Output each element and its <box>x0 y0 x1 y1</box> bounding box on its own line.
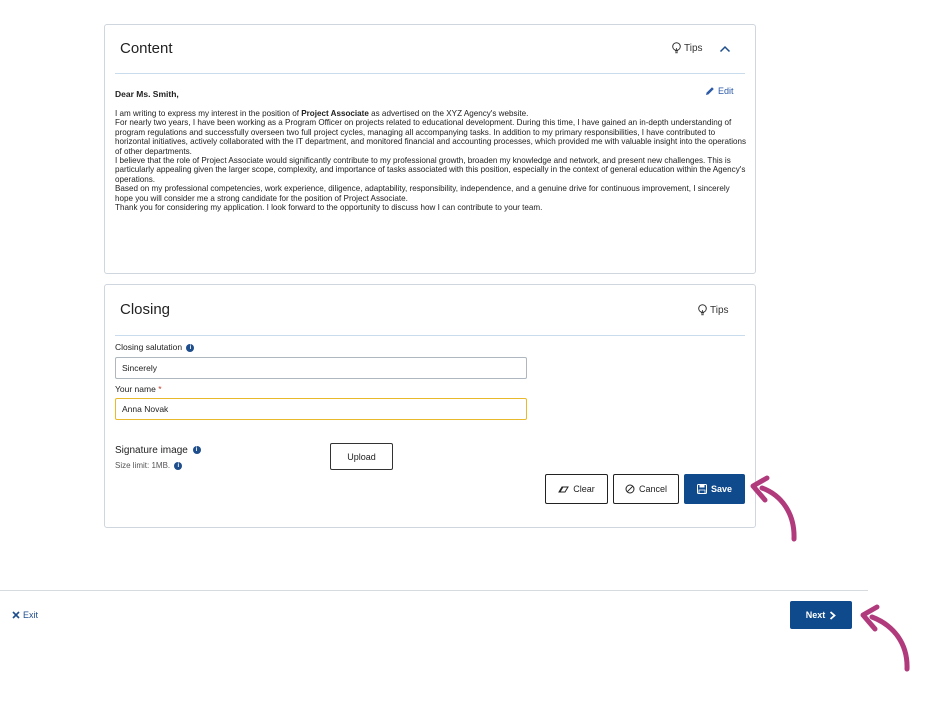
letter-paragraph: I believe that the role of Project Assoc… <box>115 156 746 184</box>
closing-panel: Closing Tips Closing salutation i Your n… <box>104 284 756 528</box>
content-panel-title: Content <box>120 40 173 57</box>
size-limit-text: Size limit: 1MB. <box>115 461 171 470</box>
closing-salutation-input[interactable] <box>115 357 527 379</box>
closing-divider <box>115 335 745 336</box>
closing-panel-title: Closing <box>120 301 171 318</box>
chevron-up-icon[interactable] <box>719 45 731 53</box>
closing-tips-label: Tips <box>710 304 729 316</box>
cancel-icon <box>625 484 635 494</box>
info-icon[interactable]: i <box>192 446 201 455</box>
info-icon[interactable]: i <box>186 343 195 352</box>
letter-salutation: Dear Ms. Smith, <box>115 89 179 99</box>
required-marker: * <box>158 384 162 394</box>
letter-paragraph: Thank you for considering my application… <box>115 203 543 213</box>
pencil-icon <box>706 87 714 95</box>
next-button[interactable]: Next <box>790 601 852 629</box>
clear-button[interactable]: Clear <box>545 474 608 504</box>
lightbulb-icon <box>698 304 707 316</box>
letter-text: I am writing to express my interest in t… <box>115 109 302 118</box>
chevron-right-icon <box>830 610 837 620</box>
save-button[interactable]: Save <box>684 474 745 504</box>
content-panel: Content Tips Dear Ms. Smith, Edit I am w… <box>104 24 756 274</box>
footer-divider <box>0 590 868 591</box>
exit-label: Exit <box>23 610 39 620</box>
cancel-button[interactable]: Cancel <box>613 474 679 504</box>
curved-arrow-icon <box>750 475 797 542</box>
floppy-disk-icon <box>696 484 707 494</box>
lightbulb-icon <box>672 42 681 54</box>
letter-body: I am writing to express my interest in t… <box>115 109 747 212</box>
save-label: Save <box>710 484 733 494</box>
upload-label: Upload <box>347 451 376 462</box>
close-icon <box>12 611 20 619</box>
edit-label: Edit <box>718 86 734 96</box>
letter-paragraph: For nearly two years, I have been workin… <box>115 118 747 156</box>
letter-paragraph: I am writing to express my interest in t… <box>115 109 747 118</box>
closing-salutation-label: Closing salutation i <box>115 342 195 352</box>
cancel-label: Cancel <box>638 484 667 494</box>
size-limit-note: Size limit: 1MB. i <box>115 461 183 470</box>
curved-arrow-icon <box>860 604 910 672</box>
edit-link[interactable]: Edit <box>705 86 734 96</box>
signature-label: Signature image i <box>115 445 201 456</box>
content-tips-label: Tips <box>684 42 703 54</box>
next-label: Next <box>805 610 826 620</box>
position-title: Project Associate <box>301 109 369 118</box>
letter-text: as advertised on the XYZ Agency's websit… <box>368 109 529 118</box>
clear-label: Clear <box>573 484 595 494</box>
closing-salutation-label-text: Closing salutation <box>115 342 183 352</box>
signature-label-text: Signature image <box>115 445 188 456</box>
letter-paragraph: Based on my professional competencies, w… <box>115 184 730 203</box>
upload-button[interactable]: Upload <box>330 443 393 470</box>
content-tips-link[interactable]: Tips <box>671 42 703 54</box>
closing-tips-link[interactable]: Tips <box>697 304 729 316</box>
your-name-label-text: Your name <box>115 384 156 394</box>
info-icon[interactable]: i <box>174 461 183 470</box>
eraser-icon <box>558 486 570 492</box>
exit-link[interactable]: Exit <box>12 610 38 620</box>
your-name-input[interactable] <box>115 398 527 420</box>
your-name-label: Your name * <box>115 384 162 394</box>
content-divider <box>115 73 745 74</box>
